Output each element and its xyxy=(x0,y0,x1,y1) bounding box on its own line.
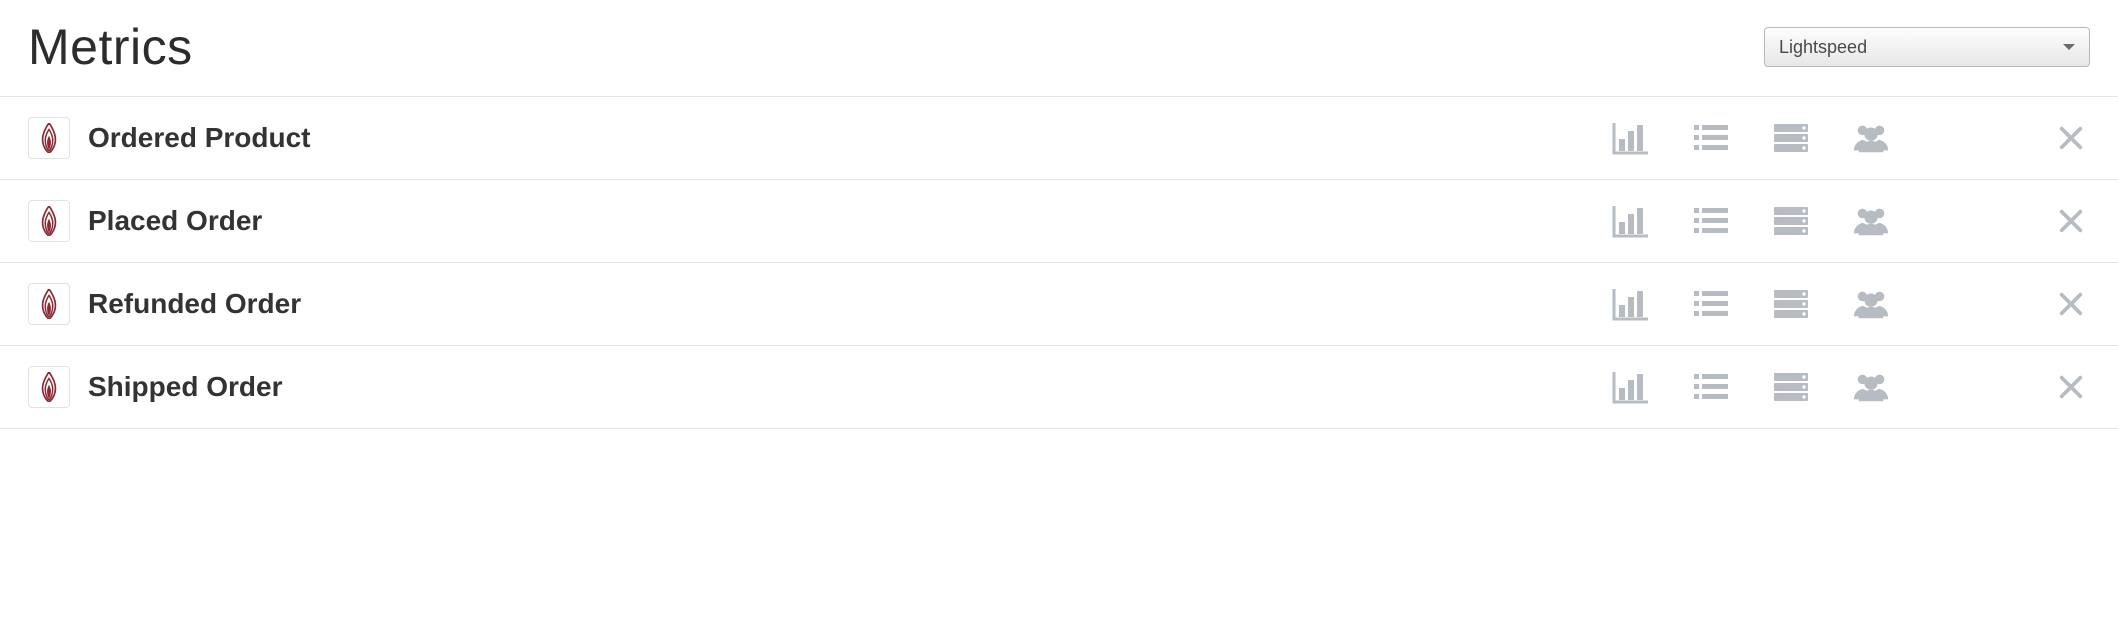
integration-filter-select[interactable]: Lightspeed xyxy=(1764,27,2090,67)
bar-chart-icon[interactable] xyxy=(1612,121,1650,155)
bar-chart-icon[interactable] xyxy=(1612,204,1650,238)
chevron-down-icon xyxy=(2063,44,2075,50)
metric-row[interactable]: Placed Order xyxy=(0,180,2118,263)
list-icon[interactable] xyxy=(1692,204,1730,238)
lightspeed-icon xyxy=(28,200,70,242)
lightspeed-icon xyxy=(28,117,70,159)
page-title: Metrics xyxy=(28,18,193,76)
close-icon[interactable] xyxy=(2052,204,2090,238)
header: Metrics Lightspeed xyxy=(0,0,2118,96)
list-icon[interactable] xyxy=(1692,370,1730,404)
server-icon[interactable] xyxy=(1772,121,1810,155)
bar-chart-icon[interactable] xyxy=(1612,370,1650,404)
lightspeed-icon xyxy=(28,283,70,325)
people-icon[interactable] xyxy=(1852,370,1890,404)
metric-row[interactable]: Refunded Order xyxy=(0,263,2118,346)
metric-row[interactable]: Ordered Product xyxy=(0,97,2118,180)
close-icon[interactable] xyxy=(2052,370,2090,404)
metrics-list: Ordered Product xyxy=(0,96,2118,429)
list-icon[interactable] xyxy=(1692,121,1730,155)
close-icon[interactable] xyxy=(2052,287,2090,321)
server-icon[interactable] xyxy=(1772,204,1810,238)
filter-selected-label: Lightspeed xyxy=(1779,37,1867,58)
lightspeed-icon xyxy=(28,366,70,408)
server-icon[interactable] xyxy=(1772,287,1810,321)
metric-name: Refunded Order xyxy=(88,288,301,320)
people-icon[interactable] xyxy=(1852,121,1890,155)
close-icon[interactable] xyxy=(2052,121,2090,155)
metric-row[interactable]: Shipped Order xyxy=(0,346,2118,429)
metric-name: Shipped Order xyxy=(88,371,282,403)
people-icon[interactable] xyxy=(1852,287,1890,321)
people-icon[interactable] xyxy=(1852,204,1890,238)
metric-name: Placed Order xyxy=(88,205,262,237)
metric-name: Ordered Product xyxy=(88,122,310,154)
bar-chart-icon[interactable] xyxy=(1612,287,1650,321)
server-icon[interactable] xyxy=(1772,370,1810,404)
list-icon[interactable] xyxy=(1692,287,1730,321)
